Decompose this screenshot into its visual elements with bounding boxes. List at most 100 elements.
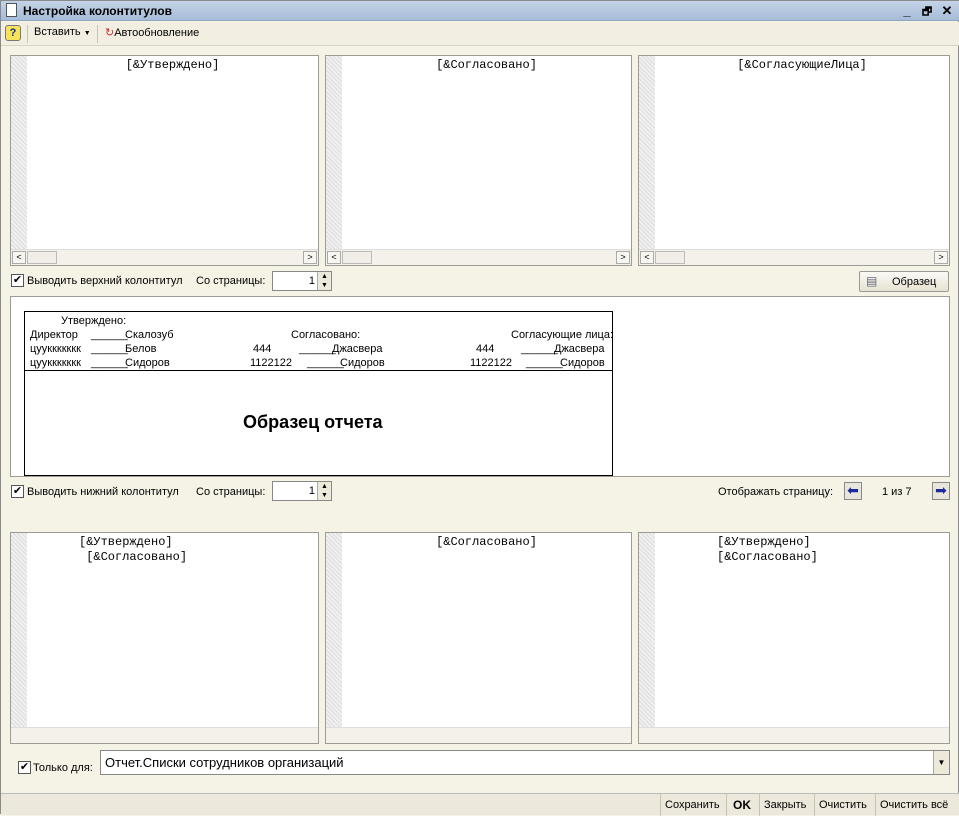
footer-from-page-label: Со страницы: xyxy=(196,486,266,498)
autoupdate-button[interactable]: ↻Автообновление xyxy=(105,26,199,39)
editor-text[interactable]: [&Утверждено] [&Согласовано] xyxy=(717,535,949,565)
gutter xyxy=(639,533,655,727)
preview-text: Сидоров xyxy=(125,357,170,369)
sample-button[interactable]: ▤ Образец xyxy=(859,271,949,292)
editor-text[interactable]: [&Утверждено] xyxy=(27,58,318,73)
preview-text: Белов xyxy=(125,343,157,355)
editor-text[interactable]: [&Согласовано] xyxy=(342,58,631,73)
preview-panel: Утверждено: Директор ______ Скалозуб цуу… xyxy=(10,296,950,477)
document-stack-icon: ▤ xyxy=(866,274,878,288)
arrow-left-icon: ⬅ xyxy=(847,482,859,498)
insert-menu-button[interactable]: Вставить ▼ xyxy=(34,26,91,38)
preview-text: Сидоров xyxy=(340,357,385,369)
autoupdate-label: Автообновление xyxy=(114,27,200,39)
header-from-page-spinner[interactable]: 1 ▲ ▼ xyxy=(272,271,332,291)
agreed-label: Согласовано: xyxy=(291,329,361,341)
toolbar: ? Вставить ▼ ↻Автообновление xyxy=(1,22,959,46)
only-for-value: Отчет.Списки сотрудников организаций xyxy=(105,755,344,770)
close-button[interactable]: Закрыть xyxy=(759,794,810,816)
chevron-down-icon: ▼ xyxy=(83,30,91,37)
scroll-right-icon[interactable]: > xyxy=(303,251,317,264)
clear-button[interactable]: Очистить xyxy=(814,794,871,816)
header-from-page-label: Со страницы: xyxy=(196,275,266,287)
page-indicator: 1 из 7 xyxy=(882,486,912,498)
divider xyxy=(25,370,612,371)
gutter xyxy=(11,533,27,727)
preview-text: Джасвера xyxy=(554,343,605,355)
header-right-editor[interactable]: [&СогласующиеЛица] < > xyxy=(638,55,950,266)
only-for-checkbox[interactable]: ✔ xyxy=(18,761,31,774)
divider xyxy=(27,25,28,43)
report-title: Образец отчета xyxy=(243,412,383,432)
preview-text: ______ xyxy=(91,343,128,355)
divider xyxy=(97,25,98,43)
only-for-label: Только для: xyxy=(33,762,93,774)
ok-button[interactable]: OK xyxy=(726,794,757,816)
horizontal-scrollbar[interactable] xyxy=(639,727,949,743)
horizontal-scrollbar[interactable] xyxy=(11,727,318,743)
footer-left-editor[interactable]: [&Утверждено] [&Согласовано] xyxy=(10,532,319,744)
scroll-thumb[interactable] xyxy=(655,251,685,264)
editor-text[interactable]: [&Утверждено] [&Согласовано] xyxy=(79,535,318,565)
preview-text: цууккккккк xyxy=(30,357,81,369)
editor-text[interactable]: [&Согласовано] xyxy=(342,535,631,550)
insert-label: Вставить xyxy=(34,26,81,38)
only-for-select[interactable]: Отчет.Списки сотрудников организаций ▼ xyxy=(100,750,950,775)
next-page-button[interactable]: ➡ xyxy=(932,482,950,500)
scroll-left-icon[interactable]: < xyxy=(640,251,654,264)
scroll-right-icon[interactable]: > xyxy=(616,251,630,264)
preview-text: ______ xyxy=(526,357,563,369)
gutter xyxy=(11,56,27,249)
help-button[interactable]: ? xyxy=(5,25,21,41)
restore-button[interactable]: 🗗 xyxy=(919,3,935,22)
preview-page: Утверждено: Директор ______ Скалозуб цуу… xyxy=(24,311,614,476)
header-left-editor[interactable]: [&Утверждено] < > xyxy=(10,55,319,266)
status-bar: Сохранить OK Закрыть Очистить Очистить в… xyxy=(1,793,959,816)
preview-text: ______ xyxy=(91,357,128,369)
preview-text: ______ xyxy=(521,343,558,355)
document-icon xyxy=(6,3,17,17)
divider xyxy=(25,475,612,476)
agreeing-label: Согласующие лица: xyxy=(511,329,614,341)
header-center-editor[interactable]: [&Согласовано] < > xyxy=(325,55,632,266)
scroll-left-icon[interactable]: < xyxy=(12,251,26,264)
title-bar: Настройка колонтитулов _ 🗗 ✕ xyxy=(1,1,959,21)
scroll-right-icon[interactable]: > xyxy=(934,251,948,264)
spinner-arrows-icon[interactable]: ▲ ▼ xyxy=(317,482,331,500)
prev-page-button[interactable]: ⬅ xyxy=(844,482,862,500)
close-window-button[interactable]: ✕ xyxy=(939,3,955,19)
save-button[interactable]: Сохранить xyxy=(660,794,724,816)
preview-text: ______ xyxy=(299,343,336,355)
window-title: Настройка колонтитулов xyxy=(23,4,172,18)
horizontal-scrollbar[interactable] xyxy=(326,727,631,743)
preview-text: ______ xyxy=(91,329,128,341)
gutter xyxy=(639,56,655,249)
preview-text: 1122122 xyxy=(250,357,293,369)
footer-center-editor[interactable]: [&Согласовано] xyxy=(325,532,632,744)
scroll-thumb[interactable] xyxy=(342,251,372,264)
minimize-button[interactable]: _ xyxy=(899,3,915,18)
preview-text: 1122122 xyxy=(470,357,513,369)
chevron-down-icon[interactable]: ▼ xyxy=(933,751,949,774)
horizontal-scrollbar[interactable]: < > xyxy=(326,249,631,265)
spinner-value[interactable]: 1 xyxy=(309,485,315,497)
gutter xyxy=(326,533,342,727)
horizontal-scrollbar[interactable]: < > xyxy=(11,249,318,265)
footer-right-editor[interactable]: [&Утверждено] [&Согласовано] xyxy=(638,532,950,744)
preview-text: 444 xyxy=(476,343,495,355)
footer-from-page-spinner[interactable]: 1 ▲ ▼ xyxy=(272,481,332,501)
editor-text[interactable]: [&СогласующиеЛица] xyxy=(655,58,949,73)
preview-text: 444 xyxy=(253,343,272,355)
clear-all-button[interactable]: Очистить всё xyxy=(875,794,952,816)
scroll-thumb[interactable] xyxy=(27,251,57,264)
header-checkbox-label: Выводить верхний колонтитул xyxy=(27,275,183,287)
footer-checkbox[interactable]: ✔ xyxy=(11,485,24,498)
scroll-left-icon[interactable]: < xyxy=(327,251,341,264)
header-checkbox[interactable]: ✔ xyxy=(11,274,24,287)
preview-text: Директор xyxy=(30,329,78,341)
show-page-label: Отображать страницу: xyxy=(718,486,834,498)
approved-label: Утверждено: xyxy=(61,315,127,327)
horizontal-scrollbar[interactable]: < > xyxy=(639,249,949,265)
spinner-arrows-icon[interactable]: ▲ ▼ xyxy=(317,272,331,290)
spinner-value[interactable]: 1 xyxy=(309,275,315,287)
